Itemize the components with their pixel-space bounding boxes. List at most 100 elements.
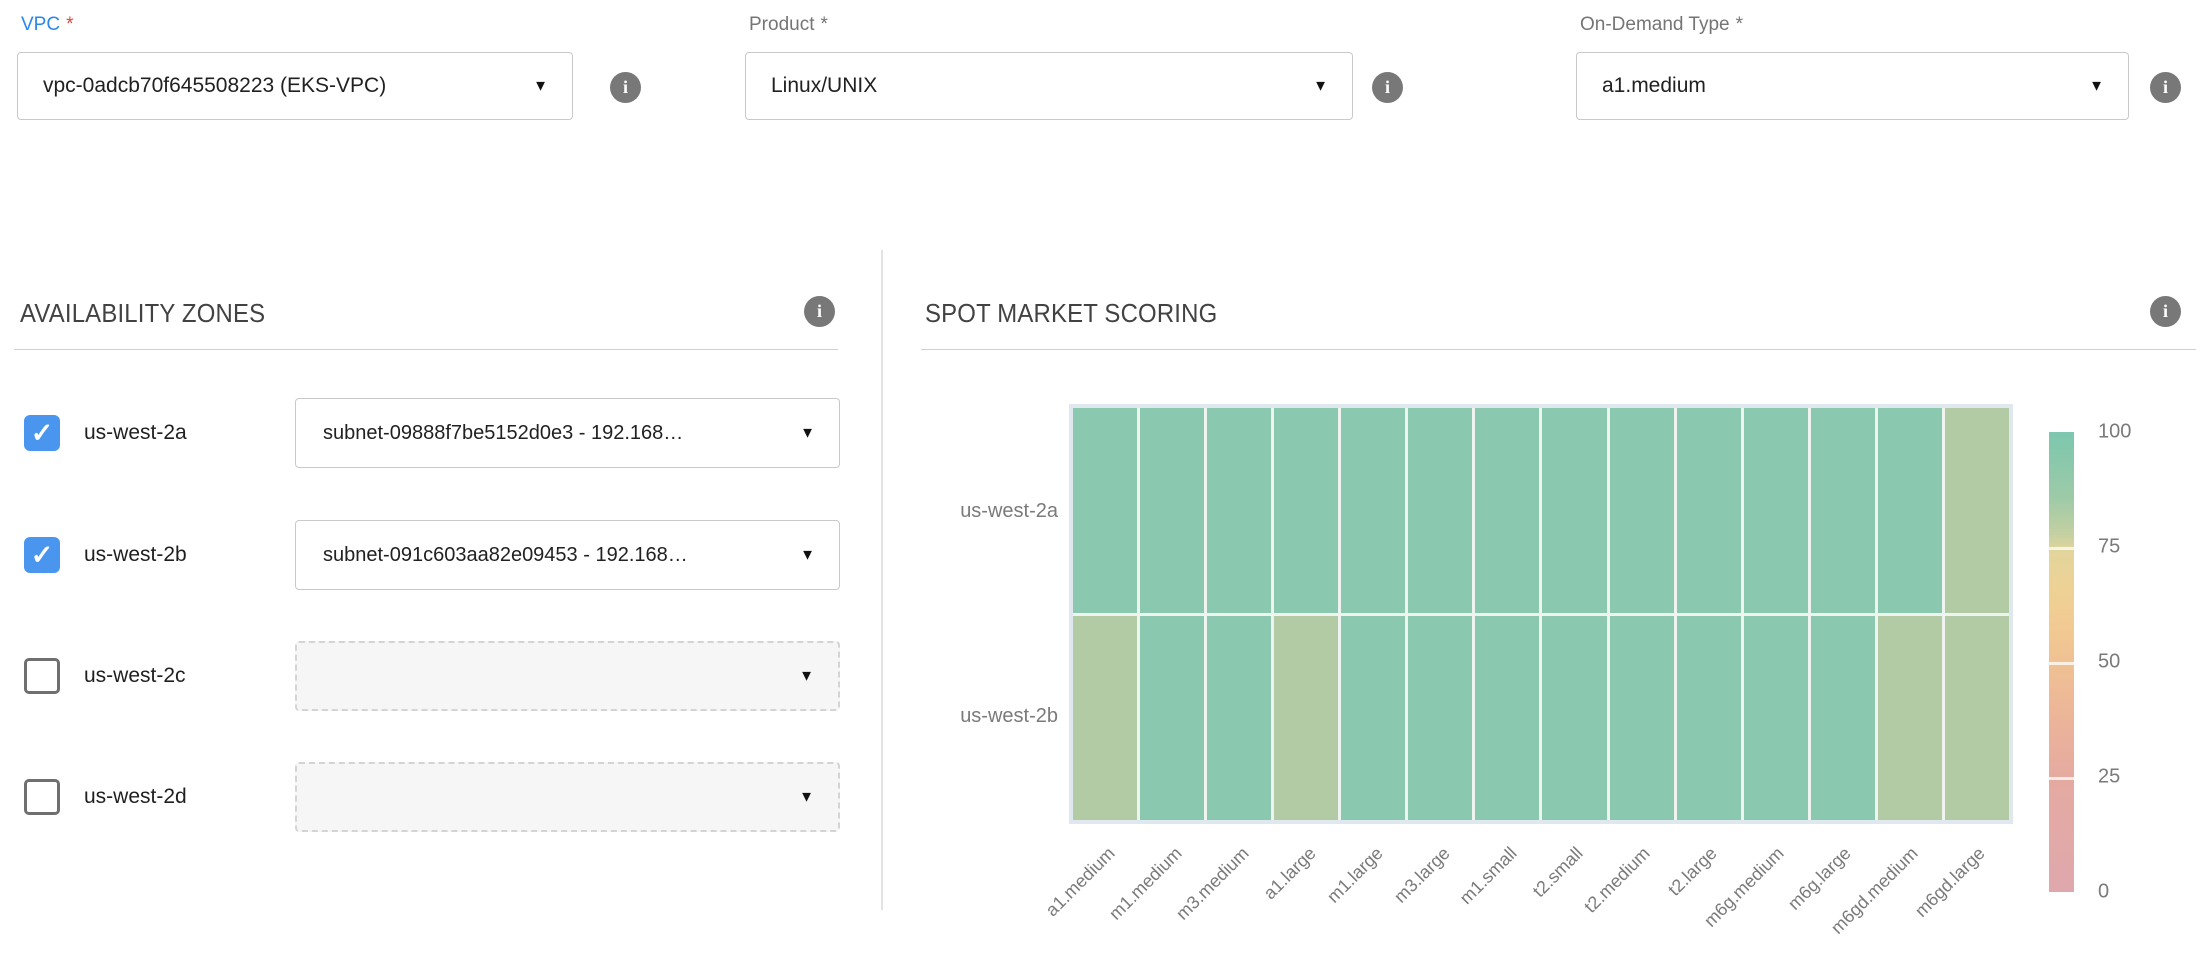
on-demand-type-select[interactable]: a1.medium ▼ (1576, 52, 2129, 120)
az-checkbox-us-west-2d[interactable] (24, 779, 60, 815)
heatmap-cell-us-west-2a-m3.large[interactable] (1408, 408, 1472, 613)
heatmap-cell-us-west-2a-m6g.large[interactable] (1811, 408, 1875, 613)
az-subnet-select-us-west-2a[interactable]: subnet-09888f7be5152d0e3 - 192.168… ▼ (295, 398, 840, 468)
heatmap-cell-us-west-2a-m1.large[interactable] (1341, 408, 1405, 613)
required-star: * (66, 14, 73, 35)
heatmap-cell-us-west-2a-m6g.medium[interactable] (1744, 408, 1808, 613)
heatmap-cell-us-west-2a-m1.medium[interactable] (1140, 408, 1204, 613)
colorbar-tick-label-50: 50 (2098, 651, 2120, 674)
az-row-us-west-2a: ✓ us-west-2a subnet-09888f7be5152d0e3 - 19… (24, 398, 840, 468)
az-checkbox-us-west-2a[interactable]: ✓ (24, 415, 60, 451)
product-info-icon[interactable]: i (1372, 72, 1403, 103)
heatmap-cell-us-west-2b-m6gd.large[interactable] (1945, 616, 2009, 821)
required-star: * (1736, 14, 1743, 35)
on-demand-type-label: On-Demand Type * (1580, 14, 1743, 36)
on-demand-type-label-text: On-Demand Type (1580, 14, 1730, 35)
heatmap-cell-us-west-2a-m6gd.medium[interactable] (1878, 408, 1942, 613)
colorbar-tick-label-100: 100 (2098, 421, 2131, 444)
az-subnet-select-us-west-2b[interactable]: subnet-091c603aa82e09453 - 192.168… ▼ (295, 520, 840, 590)
heatmap-cell-us-west-2a-m6gd.large[interactable] (1945, 408, 2009, 613)
product-select[interactable]: Linux/UNIX ▼ (745, 52, 1353, 120)
on-demand-type-select-value: a1.medium (1602, 53, 1706, 119)
heatmap-ylabel-us-west-2a: us-west-2a (898, 500, 1058, 523)
heatmap-cell-us-west-2a-t2.medium[interactable] (1610, 408, 1674, 613)
colorbar-tick-label-0: 0 (2098, 881, 2109, 904)
check-icon: ✓ (24, 415, 60, 451)
heatmap-cell-us-west-2b-m3.medium[interactable] (1207, 616, 1271, 821)
product-label: Product* (749, 14, 828, 36)
heatmap-cell-us-west-2b-a1.medium[interactable] (1073, 616, 1137, 821)
az-subnet-select-us-west-2d[interactable]: ▼ (295, 762, 840, 832)
heatmap-cell-us-west-2a-a1.large[interactable] (1274, 408, 1338, 613)
az-subnet-value: subnet-091c603aa82e09453 - 192.168… (323, 521, 688, 589)
az-zone-label: us-west-2d (84, 762, 187, 832)
heatmap-colorbar (2049, 432, 2074, 892)
az-row-us-west-2d: us-west-2d ▼ (24, 762, 840, 832)
az-row-us-west-2c: us-west-2c ▼ (24, 641, 840, 711)
heatmap-cell-us-west-2b-m6gd.medium[interactable] (1878, 616, 1942, 821)
vpc-select[interactable]: vpc-0adcb70f645508223 (EKS-VPC) ▼ (17, 52, 573, 120)
az-checkbox-us-west-2c[interactable] (24, 658, 60, 694)
heatmap-grid (1073, 408, 2009, 820)
panel-separator (881, 250, 883, 910)
vpc-select-value: vpc-0adcb70f645508223 (EKS-VPC) (43, 53, 386, 119)
heatmap-cell-us-west-2a-t2.large[interactable] (1677, 408, 1741, 613)
heatmap-cell-us-west-2a-a1.medium[interactable] (1073, 408, 1137, 613)
az-subnet-value: subnet-09888f7be5152d0e3 - 192.168… (323, 399, 683, 467)
spot-market-scoring-info-icon[interactable]: i (2150, 296, 2181, 327)
chevron-down-icon: ▼ (799, 669, 814, 684)
availability-zones-info-icon[interactable]: i (804, 296, 835, 327)
spot-market-scoring-divider (921, 349, 2196, 350)
az-zone-label: us-west-2c (84, 641, 186, 711)
vpc-info-icon[interactable]: i (610, 72, 641, 103)
product-select-value: Linux/UNIX (771, 53, 877, 119)
colorbar-tick-label-25: 25 (2098, 766, 2120, 789)
heatmap-x-axis: a1.mediumm1.mediumm3.mediuma1.largem1.la… (1069, 830, 2013, 964)
chevron-down-icon: ▼ (2089, 79, 2104, 94)
on-demand-type-info-icon[interactable]: i (2150, 72, 2181, 103)
heatmap-cell-us-west-2b-m1.small[interactable] (1475, 616, 1539, 821)
heatmap-cell-us-west-2b-m1.medium[interactable] (1140, 616, 1204, 821)
colorbar-tick-line (2049, 777, 2074, 780)
az-checkbox-us-west-2b[interactable]: ✓ (24, 537, 60, 573)
chevron-down-icon: ▼ (1313, 79, 1328, 94)
heatmap-xlabel-a1.large: a1.large (1260, 843, 1321, 904)
az-subnet-select-us-west-2c[interactable]: ▼ (295, 641, 840, 711)
colorbar-tick-line (2049, 547, 2074, 550)
heatmap-xlabel-m6gd.large: m6gd.large (1910, 843, 1989, 922)
heatmap-cell-us-west-2a-t2.small[interactable] (1542, 408, 1606, 613)
spot-config-page: VPC * vpc-0adcb70f645508223 (EKS-VPC) ▼ i… (0, 0, 2196, 964)
az-row-us-west-2b: ✓ us-west-2b subnet-091c603aa82e09453 - 19… (24, 520, 840, 590)
heatmap-cell-us-west-2a-m3.medium[interactable] (1207, 408, 1271, 613)
heatmap-cell-us-west-2b-t2.large[interactable] (1677, 616, 1741, 821)
heatmap-xlabel-m6g.large: m6g.large (1784, 843, 1855, 914)
heatmap-xlabel-m1.large: m1.large (1323, 843, 1387, 907)
availability-zones-title: AVAILABILITY ZONES (20, 298, 265, 329)
heatmap-xlabel-t2.large: t2.large (1664, 843, 1721, 900)
heatmap-cell-us-west-2b-a1.large[interactable] (1274, 616, 1338, 821)
vpc-label: VPC * (21, 14, 73, 36)
heatmap-xlabel-m1.small: m1.small (1455, 843, 1521, 909)
heatmap-xlabel-t2.small: t2.small (1529, 843, 1588, 902)
chevron-down-icon: ▼ (800, 548, 815, 563)
chevron-down-icon: ▼ (800, 426, 815, 441)
heatmap-cell-us-west-2b-m3.large[interactable] (1408, 616, 1472, 821)
heatmap-cell-us-west-2b-m6g.large[interactable] (1811, 616, 1875, 821)
heatmap-cell-us-west-2b-m6g.medium[interactable] (1744, 616, 1808, 821)
check-icon: ✓ (24, 537, 60, 573)
az-zone-label: us-west-2a (84, 398, 187, 468)
spot-scoring-heatmap (1069, 404, 2013, 824)
heatmap-cell-us-west-2b-m1.large[interactable] (1341, 616, 1405, 821)
heatmap-cell-us-west-2b-t2.small[interactable] (1542, 616, 1606, 821)
colorbar-tick-line (2049, 662, 2074, 665)
heatmap-cell-us-west-2a-m1.small[interactable] (1475, 408, 1539, 613)
chevron-down-icon: ▼ (799, 790, 814, 805)
heatmap-ylabel-us-west-2b: us-west-2b (898, 705, 1058, 728)
az-zone-label: us-west-2b (84, 520, 187, 590)
heatmap-xlabel-t2.medium: t2.medium (1580, 843, 1654, 917)
spot-market-scoring-title: SPOT MARKET SCORING (925, 298, 1217, 329)
heatmap-cell-us-west-2b-t2.medium[interactable] (1610, 616, 1674, 821)
colorbar-tick-label-75: 75 (2098, 536, 2120, 559)
chevron-down-icon: ▼ (533, 79, 548, 94)
vpc-label-text: VPC (21, 14, 60, 35)
